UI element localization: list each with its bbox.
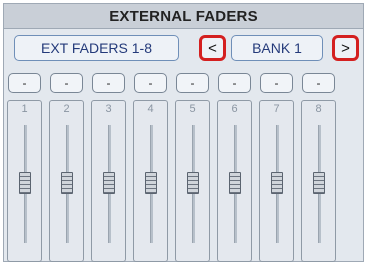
- channel-6-button[interactable]: -: [218, 73, 251, 93]
- fader-handle[interactable]: [229, 172, 241, 194]
- channel-5-button[interactable]: -: [176, 73, 209, 93]
- channel-strip-8: 8: [301, 100, 336, 262]
- channel-number: 2: [63, 103, 70, 115]
- channel-strip-6: 6: [217, 100, 252, 262]
- fader-handle[interactable]: [313, 172, 325, 194]
- channel-number: 8: [315, 103, 322, 115]
- channel-strip-2: 2: [49, 100, 84, 262]
- channel-number: 1: [21, 103, 28, 115]
- channel-4-button[interactable]: -: [134, 73, 167, 93]
- channel-3-button[interactable]: -: [92, 73, 125, 93]
- channel-strip-1: 1: [7, 100, 42, 262]
- channel-number: 7: [273, 103, 280, 115]
- channel-number: 4: [147, 103, 154, 115]
- fader-handle[interactable]: [61, 172, 73, 194]
- bank-selector[interactable]: BANK 1: [231, 35, 323, 61]
- fader-handle[interactable]: [19, 172, 31, 194]
- fader-handle[interactable]: [271, 172, 283, 194]
- channel-strip-4: 4: [133, 100, 168, 262]
- channel-strip-3: 3: [91, 100, 126, 262]
- prev-bank-button[interactable]: <: [199, 35, 226, 61]
- panel-title: EXTERNAL FADERS: [4, 4, 363, 29]
- next-bank-button[interactable]: >: [332, 35, 359, 61]
- channel-number: 5: [189, 103, 196, 115]
- channel-strip-5: 5: [175, 100, 210, 262]
- fader-range-button[interactable]: EXT FADERS 1-8: [14, 35, 179, 61]
- channel-1-button[interactable]: -: [8, 73, 41, 93]
- channel-number: 6: [231, 103, 238, 115]
- fader-handle[interactable]: [187, 172, 199, 194]
- channel-8-button[interactable]: -: [302, 73, 335, 93]
- channel-number: 3: [105, 103, 112, 115]
- fader-handle[interactable]: [145, 172, 157, 194]
- channel-strip-7: 7: [259, 100, 294, 262]
- channel-2-button[interactable]: -: [50, 73, 83, 93]
- channel-7-button[interactable]: -: [260, 73, 293, 93]
- fader-handle[interactable]: [103, 172, 115, 194]
- external-faders-panel: EXTERNAL FADERS EXT FADERS 1-8 < BANK 1 …: [3, 3, 364, 262]
